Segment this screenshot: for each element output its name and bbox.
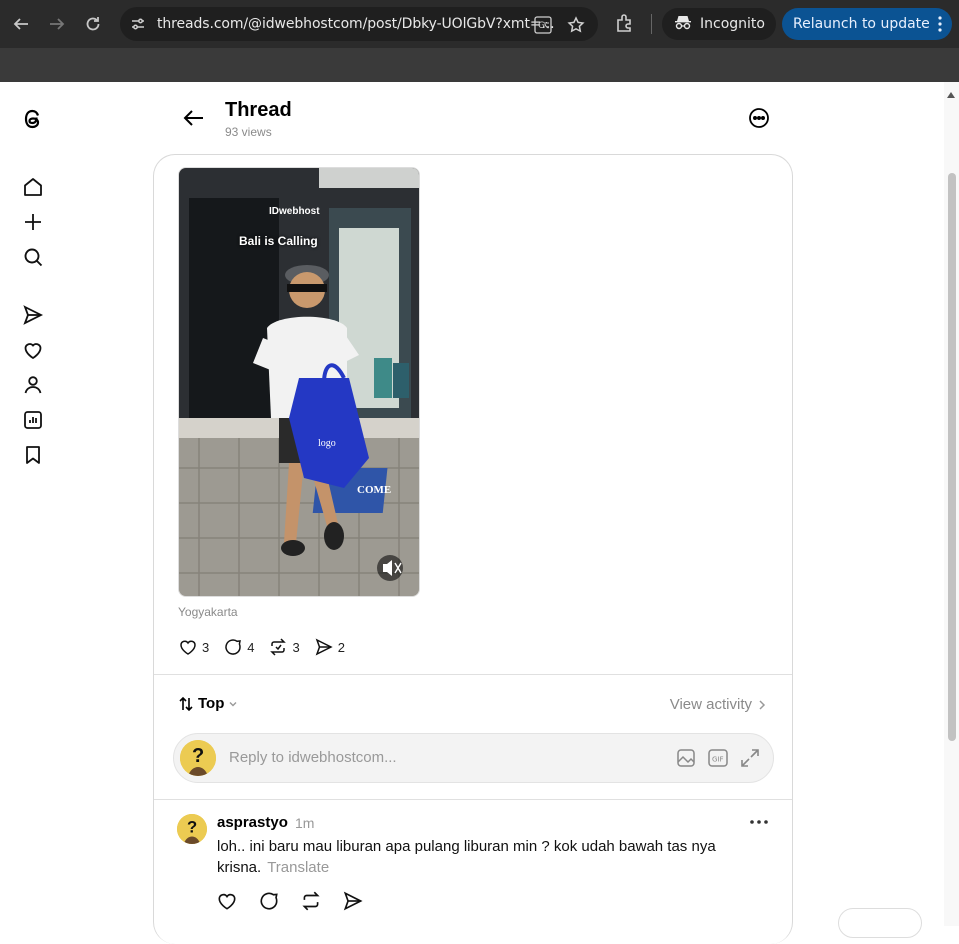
view-activity-link[interactable]: View activity (670, 696, 766, 713)
send-icon[interactable] (342, 890, 364, 912)
comment-text: loh.. ini baru mau liburan apa pulang li… (217, 836, 737, 878)
site-settings-icon[interactable] (130, 16, 146, 32)
svg-text:logo: logo (318, 438, 336, 449)
translate-link[interactable]: Translate (267, 859, 329, 876)
scroll-up-icon[interactable] (946, 86, 956, 98)
repost-count: 3 (292, 639, 300, 655)
create-icon[interactable] (21, 210, 45, 234)
bookmark-star-icon[interactable] (567, 16, 585, 33)
share-count: 2 (337, 639, 345, 655)
video-caption-overlay: Bali is Calling (239, 234, 318, 248)
chevron-right-icon (759, 699, 766, 710)
scrollbar-thumb[interactable] (948, 173, 956, 741)
incognito-badge[interactable]: Incognito (662, 8, 776, 40)
reload-icon[interactable] (81, 12, 105, 36)
sort-label: Top (198, 695, 225, 712)
avatar: ? (180, 740, 216, 776)
toolbar-divider (651, 14, 652, 34)
sort-dropdown[interactable]: Top (178, 695, 238, 712)
sort-arrows-icon (179, 696, 193, 711)
post-video[interactable]: logo IDwebhost Bali is Calling COME (178, 167, 420, 597)
send-icon[interactable] (21, 303, 45, 327)
comment-icon[interactable] (258, 890, 280, 912)
search-icon[interactable] (21, 245, 45, 269)
relaunch-label: Relaunch to update (793, 16, 930, 32)
post-actions: 3 4 3 2 (178, 636, 359, 658)
repost-icon (270, 638, 287, 656)
repost-icon[interactable] (300, 890, 322, 912)
profile-icon[interactable] (21, 373, 45, 397)
repost-button[interactable]: 3 (268, 637, 300, 657)
address-bar[interactable]: threads.com/@idwebhostcom/post/Dbky-UOlG… (120, 7, 598, 41)
heart-icon[interactable] (216, 890, 238, 912)
svg-text:?: ? (192, 745, 204, 767)
comment-actions (216, 890, 364, 912)
home-icon[interactable] (21, 175, 45, 199)
svg-text:GIF: GIF (712, 756, 724, 764)
reply-input[interactable]: Reply to idwebhostcom... (229, 749, 397, 766)
divider (154, 799, 792, 800)
like-count: 3 (202, 639, 210, 655)
view-activity-label: View activity (669, 696, 752, 713)
comment-icon (225, 639, 242, 655)
reply-count: 4 (247, 639, 255, 655)
gif-icon[interactable]: GIF (707, 747, 729, 769)
relaunch-button[interactable]: Relaunch to update (782, 8, 952, 40)
more-options-icon[interactable] (747, 106, 771, 130)
share-button[interactable]: 2 (314, 637, 345, 657)
threads-logo-icon[interactable] (21, 107, 45, 131)
comment-more-icon[interactable] (748, 813, 770, 831)
page-title: Thread (225, 99, 292, 121)
back-icon[interactable] (9, 12, 33, 36)
video-sign-text: COME (357, 484, 392, 496)
browser-chrome: threads.com/@idwebhostcom/post/Dbky-UOlG… (0, 0, 959, 82)
browser-toolbar: threads.com/@idwebhostcom/post/Dbky-UOlG… (0, 0, 959, 48)
post-card: logo IDwebhost Bali is Calling COME Yogy… (153, 154, 793, 944)
extensions-icon[interactable] (614, 12, 638, 36)
forward-icon[interactable] (45, 12, 69, 36)
incognito-label: Incognito (700, 16, 765, 32)
reply-composer[interactable]: ? Reply to idwebhostcom... GIF (173, 733, 774, 783)
heart-icon (180, 640, 196, 655)
comment-author[interactable]: asprastyo (217, 814, 288, 831)
browser-strip (0, 48, 959, 82)
expand-icon[interactable] (739, 747, 761, 769)
svg-text:G: G (538, 21, 545, 31)
like-button[interactable]: 3 (178, 637, 209, 657)
image-icon[interactable] (675, 747, 697, 769)
video-brand-overlay: IDwebhost (269, 206, 320, 217)
views-count: 93 views (225, 125, 272, 139)
incognito-icon (674, 14, 692, 34)
svg-text:?: ? (187, 817, 197, 836)
url-text[interactable]: threads.com/@idwebhostcom/post/Dbky-UOlG… (157, 16, 555, 32)
send-icon (315, 638, 333, 656)
comment-time: 1m (295, 815, 315, 831)
translate-icon[interactable]: G (534, 16, 552, 34)
comment-avatar[interactable]: ? (177, 814, 207, 844)
heart-icon[interactable] (21, 338, 45, 362)
reply-button[interactable]: 4 (223, 637, 254, 657)
insights-icon[interactable] (21, 408, 45, 432)
chevron-down-icon (229, 701, 237, 706)
location-label[interactable]: Yogyakarta (178, 605, 238, 619)
floating-pill-button[interactable] (838, 908, 922, 938)
saved-icon[interactable] (21, 443, 45, 467)
back-arrow-icon[interactable] (181, 105, 207, 131)
kebab-menu-icon[interactable] (938, 15, 942, 33)
divider (154, 674, 792, 675)
